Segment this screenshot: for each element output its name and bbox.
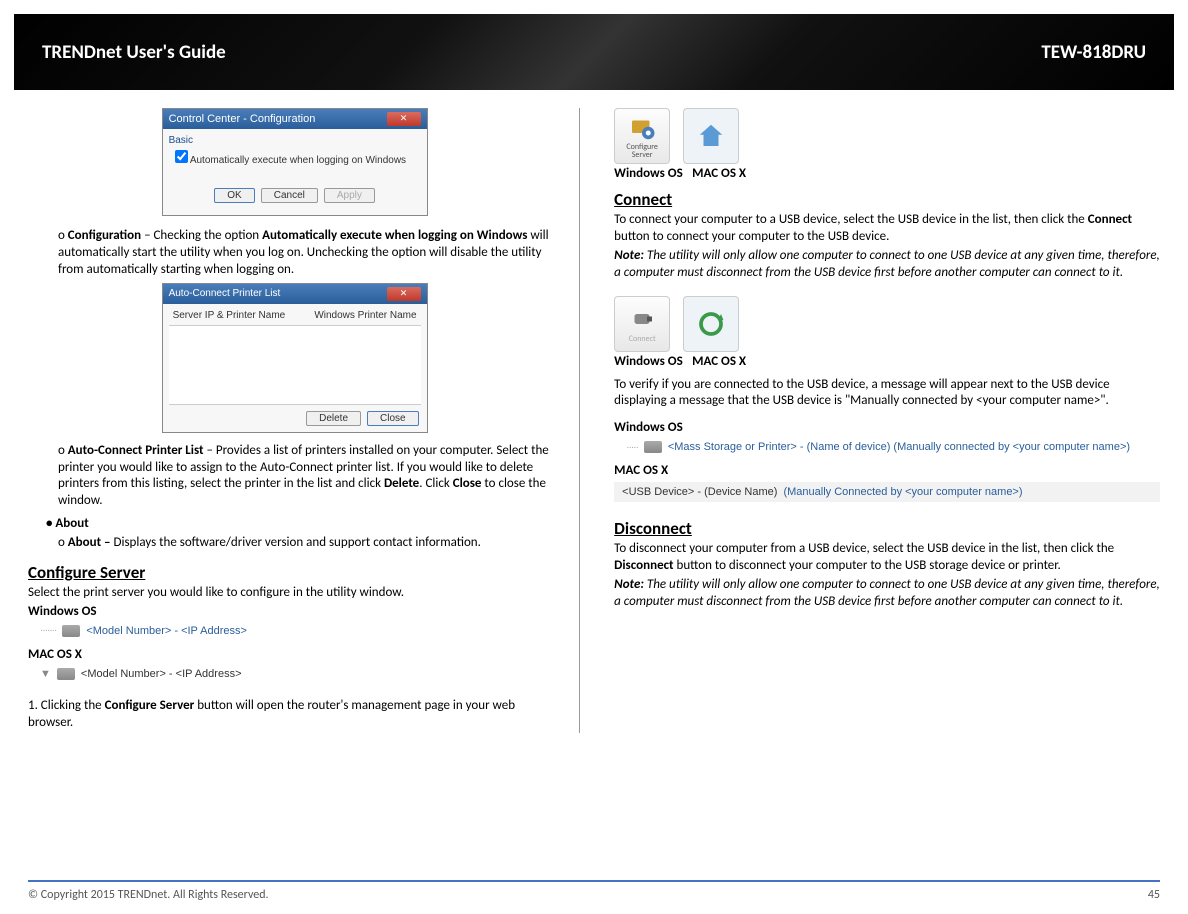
connect-icon-mac[interactable]: [683, 296, 739, 352]
copyright-text: © Copyright 2015 TRENDnet. All Rights Re…: [28, 888, 269, 902]
win-msg-text: <Mass Storage or Printer> - (Name of dev…: [668, 441, 1130, 453]
dialog-titlebar: Control Center - Configuration ✕: [163, 109, 427, 129]
printer-button-row: Delete Close: [163, 407, 427, 432]
header-title: TRENDnet User's Guide: [42, 41, 226, 64]
mac-os-label-2: MAC OS X: [614, 463, 1160, 480]
page-footer: © Copyright 2015 TRENDnet. All Rights Re…: [28, 880, 1160, 902]
dialog-printer-list: Auto-Connect Printer List ✕ Server IP & …: [162, 283, 428, 433]
dialog-body: Basic Automatically execute when logging…: [163, 129, 427, 215]
tree-icon: ·······: [40, 625, 56, 636]
auto-execute-checkbox[interactable]: [175, 150, 188, 163]
refresh-icon: [696, 309, 726, 339]
server-gear-icon: [627, 113, 657, 143]
home-icon: [696, 121, 726, 151]
header-model: TEW-818DRU: [1041, 41, 1146, 64]
apply-button[interactable]: Apply: [324, 188, 375, 203]
triangle-icon: ▼: [40, 668, 51, 680]
connect-paragraph: To connect your computer to a USB device…: [614, 212, 1160, 246]
model-ip-text: <Model Number> - <IP Address>: [86, 625, 247, 637]
mac-model-ip-row: ▼ <Model Number> - <IP Address>: [28, 666, 561, 690]
about-bullet: About: [28, 516, 561, 533]
model-ip-text: <Model Number> - <IP Address>: [81, 668, 242, 680]
close-icon[interactable]: ✕: [387, 287, 421, 301]
verify-paragraph: To verify if you are connected to the US…: [614, 377, 1160, 411]
about-sub: o About – Displays the software/driver v…: [28, 535, 561, 552]
dialog-button-row: OK Cancel Apply: [169, 184, 421, 209]
close-icon[interactable]: ✕: [387, 112, 421, 126]
device-icon: [644, 441, 662, 453]
connect-icon-win[interactable]: Connect: [614, 296, 670, 352]
printer-columns: Server IP & Printer Name Windows Printer…: [163, 304, 427, 323]
cancel-button[interactable]: Cancel: [261, 188, 318, 203]
ok-button[interactable]: OK: [214, 188, 254, 203]
checkbox-row: Automatically execute when logging on Wi…: [169, 146, 421, 184]
icon-row-connect: Connect: [614, 296, 1160, 352]
device-icon: [57, 668, 75, 680]
right-column: Configure Server Windows OS MAC OS X Con…: [608, 108, 1160, 733]
dialog-printer-titlebar: Auto-Connect Printer List ✕: [163, 284, 427, 304]
dialog-control-center: Control Center - Configuration ✕ Basic A…: [162, 108, 428, 216]
windows-os-label: Windows OS: [28, 604, 561, 621]
configure-server-icon-win[interactable]: Configure Server: [614, 108, 670, 164]
close-button[interactable]: Close: [367, 411, 419, 426]
mac-connected-msg: <USB Device> - (Device Name) (Manually C…: [614, 482, 1160, 502]
win-connected-msg: ····· <Mass Storage or Printer> - (Name …: [614, 439, 1160, 463]
connect-note: Note: The utility will only allow one co…: [614, 248, 1160, 282]
heading-connect: Connect: [614, 189, 1160, 210]
config-paragraph: o Configuration – Checking the option Au…: [28, 228, 561, 279]
tree-icon: ·····: [626, 442, 638, 453]
os-labels-2: Windows OS MAC OS X: [614, 354, 1160, 369]
fieldset-label: Basic: [169, 135, 421, 146]
checkbox-label: Automatically execute when logging on Wi…: [190, 155, 406, 166]
mac-msg-device: <USB Device> - (Device Name): [622, 486, 777, 498]
windows-os-label-2: Windows OS: [614, 420, 1160, 437]
heading-disconnect: Disconnect: [614, 518, 1160, 539]
disconnect-paragraph: To disconnect your computer from a USB d…: [614, 541, 1160, 575]
plug-icon: [627, 304, 657, 334]
page-number: 45: [1148, 888, 1160, 902]
autoconnect-paragraph: o Auto-Connect Printer List – Provides a…: [28, 443, 561, 511]
icon-row-configure: Configure Server: [614, 108, 1160, 164]
os-labels-1: Windows OS MAC OS X: [614, 166, 1160, 181]
configure-text: Select the print server you would like t…: [28, 585, 561, 602]
device-icon: [62, 625, 80, 637]
mac-os-label: MAC OS X: [28, 647, 561, 664]
dialog-printer-title: Auto-Connect Printer List: [169, 288, 281, 299]
left-column: Control Center - Configuration ✕ Basic A…: [28, 108, 580, 733]
printer-list-area[interactable]: [169, 325, 421, 405]
configure-server-icon-mac[interactable]: [683, 108, 739, 164]
content-area: Control Center - Configuration ✕ Basic A…: [0, 90, 1188, 733]
delete-button[interactable]: Delete: [306, 411, 361, 426]
mac-msg-status: (Manually Connected by <your computer na…: [783, 486, 1022, 498]
col-windows-printer: Windows Printer Name: [314, 310, 416, 321]
col-server-printer: Server IP & Printer Name: [173, 310, 286, 321]
page-header: TRENDnet User's Guide TEW-818DRU: [0, 0, 1188, 90]
step-1: 1. Clicking the Configure Server button …: [28, 698, 561, 732]
dialog-title-text: Control Center - Configuration: [169, 113, 316, 125]
heading-configure-server: Configure Server: [28, 562, 561, 583]
disconnect-note: Note: The utility will only allow one co…: [614, 577, 1160, 611]
windows-model-ip-row: ······· <Model Number> - <IP Address>: [28, 623, 561, 647]
